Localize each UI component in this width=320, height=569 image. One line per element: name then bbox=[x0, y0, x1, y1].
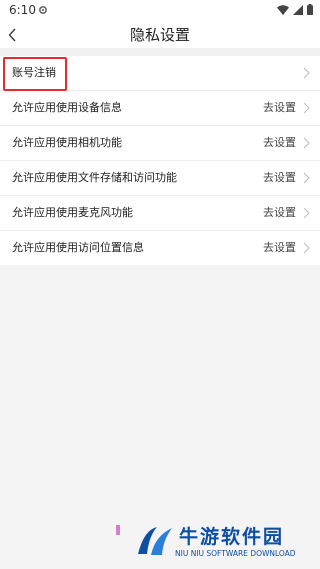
divider bbox=[0, 48, 320, 56]
status-bar: 6:10 bbox=[0, 0, 320, 22]
settings-item-label: 允许应用使用文件存储和访问功能 bbox=[12, 171, 177, 184]
settings-item-camera[interactable]: 允许应用使用相机功能 去设置 bbox=[0, 126, 320, 161]
highlight-annotation-box bbox=[3, 57, 67, 91]
wifi-icon bbox=[277, 4, 289, 15]
settings-item-microphone[interactable]: 允许应用使用麦克风功能 去设置 bbox=[0, 196, 320, 231]
settings-item-device-info[interactable]: 允许应用使用设备信息 去设置 bbox=[0, 91, 320, 126]
go-settings-link[interactable]: 去设置 bbox=[263, 231, 296, 265]
chevron-right-icon bbox=[303, 102, 310, 114]
settings-item-label: 允许应用使用麦克风功能 bbox=[12, 206, 133, 219]
go-settings-link[interactable]: 去设置 bbox=[263, 126, 296, 160]
settings-item-label: 允许应用使用设备信息 bbox=[12, 101, 122, 114]
chevron-right-icon bbox=[303, 207, 310, 219]
watermark-mark bbox=[116, 525, 120, 535]
chevron-right-icon bbox=[303, 67, 310, 79]
signal-icon bbox=[293, 4, 303, 15]
settings-gear-icon bbox=[39, 6, 47, 14]
chevron-right-icon bbox=[303, 242, 310, 254]
settings-item-label: 允许应用使用访问位置信息 bbox=[12, 241, 144, 254]
status-icons bbox=[277, 4, 313, 15]
go-settings-link[interactable]: 去设置 bbox=[263, 161, 296, 195]
settings-item-location[interactable]: 允许应用使用访问位置信息 去设置 bbox=[0, 231, 320, 265]
brand-logo-icon bbox=[138, 527, 172, 555]
settings-item-file-storage[interactable]: 允许应用使用文件存储和访问功能 去设置 bbox=[0, 161, 320, 196]
watermark-subtitle: NIU NIU SOFTWARE DOWNLOAD bbox=[175, 549, 296, 558]
battery-icon bbox=[307, 4, 313, 15]
settings-item-label: 允许应用使用相机功能 bbox=[12, 136, 122, 149]
go-settings-link[interactable]: 去设置 bbox=[263, 196, 296, 230]
header: 隐私设置 bbox=[0, 22, 320, 48]
watermark-title: 牛游软件园 bbox=[179, 526, 285, 548]
status-time: 6:10 bbox=[9, 3, 36, 17]
chevron-right-icon bbox=[303, 137, 310, 149]
page-title: 隐私设置 bbox=[129, 26, 190, 44]
go-settings-link[interactable]: 去设置 bbox=[263, 91, 296, 125]
watermark-logo: 牛游软件园 NIU NIU SOFTWARE DOWNLOAD bbox=[135, 522, 313, 564]
chevron-right-icon bbox=[303, 172, 310, 184]
